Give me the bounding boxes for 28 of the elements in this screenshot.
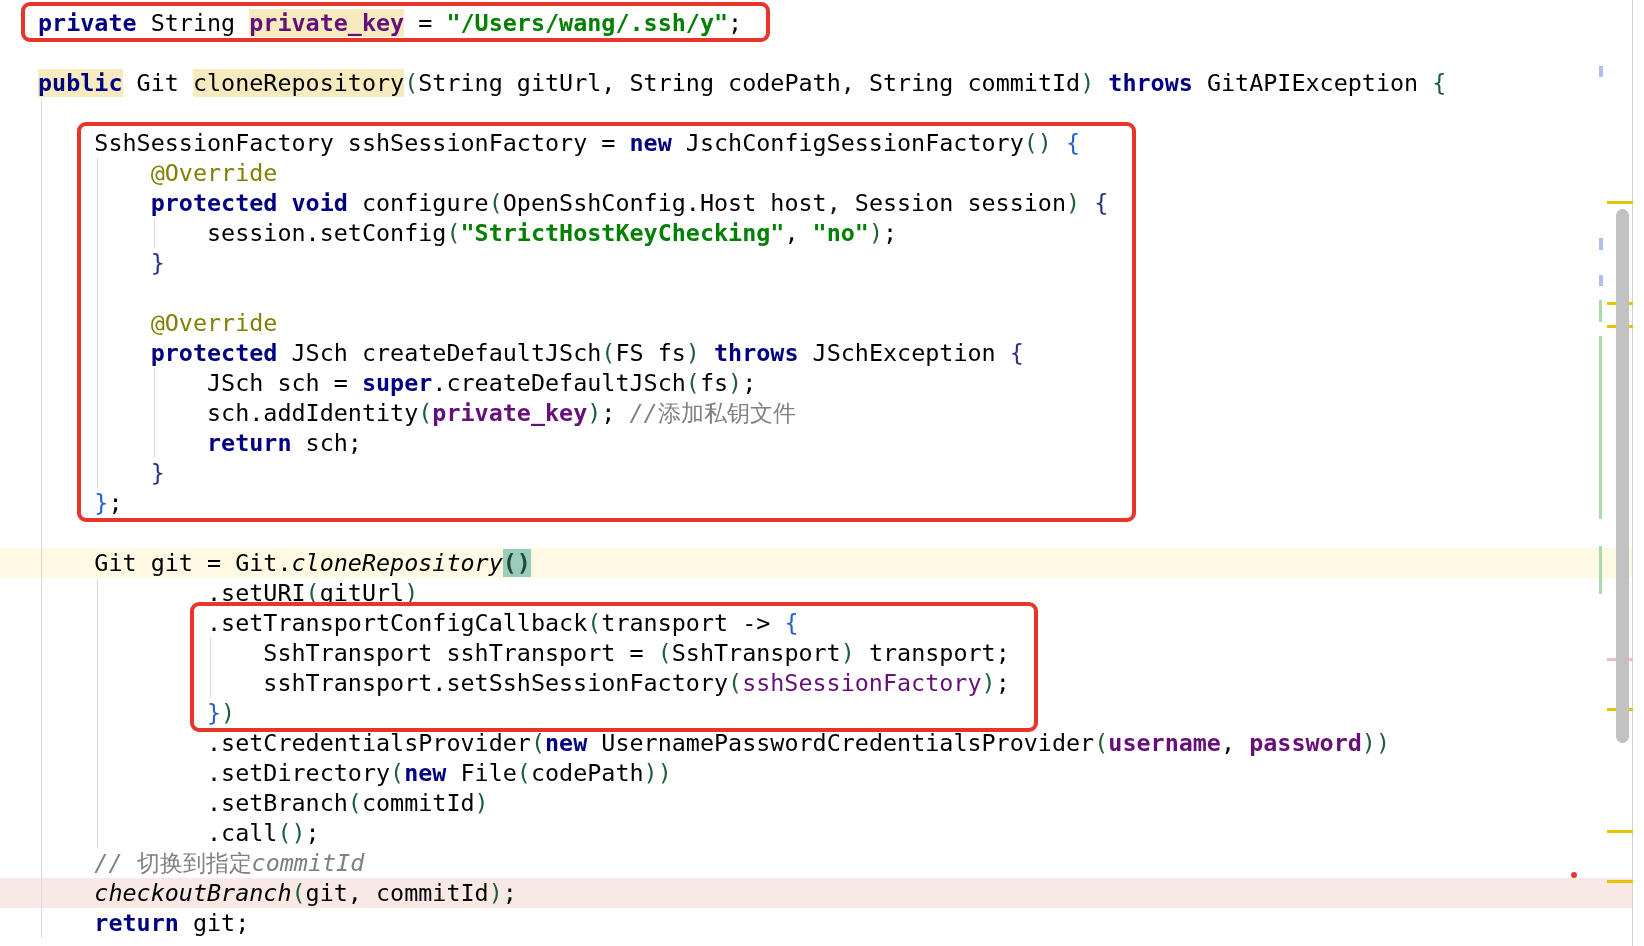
code-line: .setBranch(commitId)	[207, 788, 489, 818]
code-line: private String private_key = "/Users/wang/.ssh/y";	[38, 8, 743, 38]
code-line: };	[94, 488, 123, 518]
code-line: .call();	[207, 818, 320, 848]
code-line: .setDirectory(new File(codePath))	[207, 758, 672, 788]
code-line: })	[207, 698, 236, 728]
code-line: return git;	[94, 908, 250, 938]
scrollbar-thumb[interactable]	[1616, 209, 1629, 743]
code-line: JSch sch = super.createDefaultJSch(fs);	[207, 368, 757, 398]
code-line: session.setConfig("StrictHostKeyChecking", "no");	[207, 218, 898, 248]
code-line: protected JSch createDefaultJSch(FS fs) throws JSchException {	[150, 338, 1024, 368]
code-line: @Override	[150, 308, 278, 338]
code-line: SshTransport sshTransport = (SshTransport) transport;	[263, 638, 1010, 668]
code-line: }	[150, 458, 165, 488]
code-line: protected void configure(OpenSshConfig.Host host, Session session) {	[150, 188, 1109, 218]
code-line: Git git = Git.cloneRepository()	[94, 548, 531, 578]
code-line: sch.addIdentity(private_key); //添加私钥文件	[207, 398, 796, 428]
code-line: public Git cloneRepository(String gitUrl, String codePath, String commitId) throws GitAPIException {	[38, 68, 1447, 98]
code-line: checkoutBranch(git, commitId);	[94, 878, 517, 908]
code-line: @Override	[150, 158, 278, 188]
code-line: SshSessionFactory sshSessionFactory = new JschConfigSessionFactory() {	[94, 128, 1081, 158]
code-line: .setCredentialsProvider(new UsernamePasswordCredentialsProvider(username, password))	[207, 728, 1390, 758]
code-line: return sch;	[207, 428, 362, 458]
code-line: // 切换到指定commitId	[94, 848, 365, 878]
code-line: }	[150, 248, 165, 278]
code-line: .setTransportConfigCallback(transport -> {	[207, 608, 799, 638]
error-dot-icon	[1571, 872, 1577, 878]
code-line: sshTransport.setSshSessionFactory(sshSessionFactory);	[263, 668, 1010, 698]
